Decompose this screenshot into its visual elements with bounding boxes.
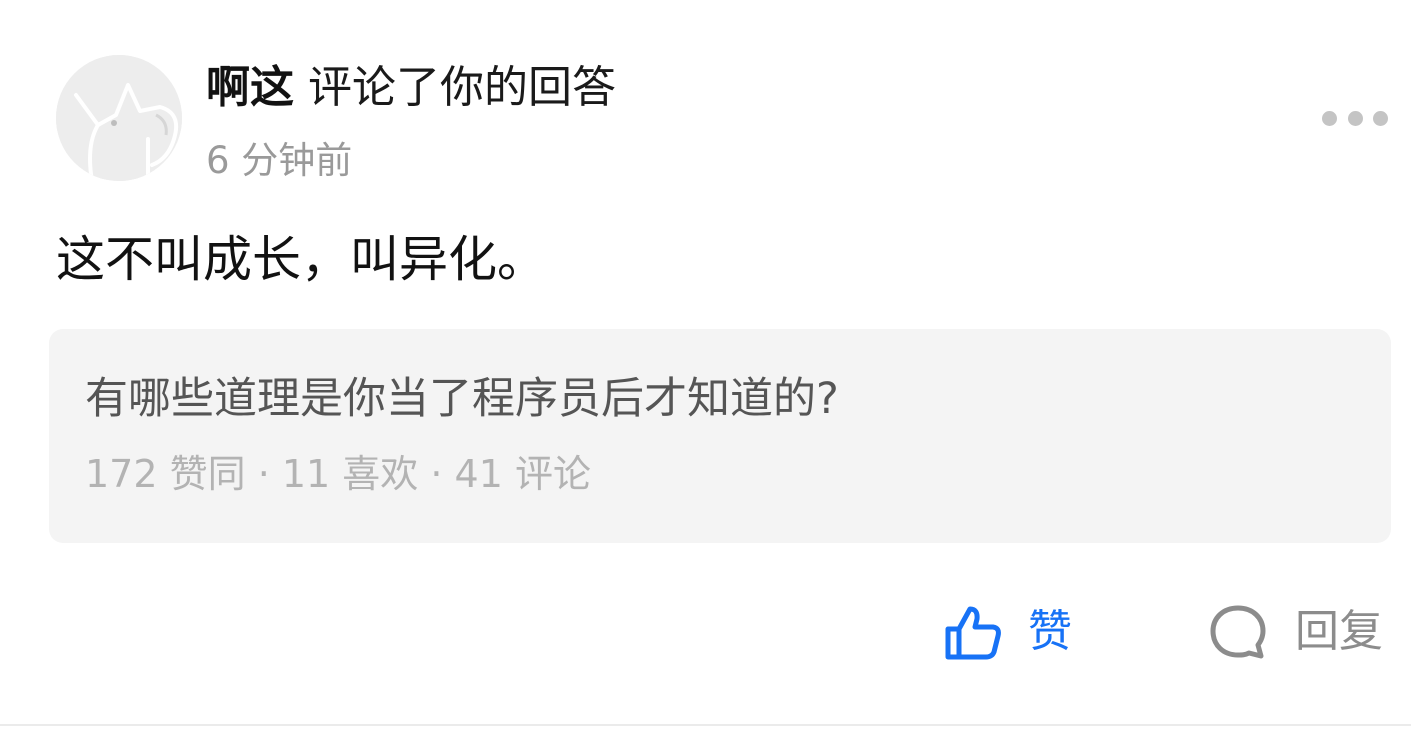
avatar[interactable] <box>56 55 182 181</box>
reply-button[interactable]: 回复 <box>1209 600 1383 664</box>
more-dots-icon <box>1373 110 1388 126</box>
more-options-button[interactable] <box>1322 104 1388 132</box>
more-dots-icon <box>1322 110 1337 126</box>
comment-notification-card: 啊这 评论了你的回答 6 分钟前 这不叫成长，叫异化。 有哪些道理是你当了程序员后… <box>0 0 1411 743</box>
thumbs-up-icon <box>945 606 1001 660</box>
notification-header: 啊这 评论了你的回答 <box>206 58 616 118</box>
username-link[interactable]: 啊这 <box>206 62 294 113</box>
like-button[interactable]: 赞 <box>944 600 1072 664</box>
quoted-question-title: 有哪些道理是你当了程序员后才知道的? <box>85 374 839 424</box>
speech-bubble-icon <box>1210 605 1266 659</box>
timestamp: 6 分钟前 <box>206 139 353 182</box>
reply-label: 回复 <box>1295 606 1383 657</box>
quoted-answer-card[interactable]: 有哪些道理是你当了程序员后才知道的? 172 赞同 · 11 喜欢 · 41 评… <box>49 329 1391 543</box>
quoted-answer-stats: 172 赞同 · 11 喜欢 · 41 评论 <box>85 452 591 496</box>
cat-sketch-avatar-icon <box>56 55 182 181</box>
like-label: 赞 <box>1028 606 1072 657</box>
comment-content: 这不叫成长，叫异化。 <box>56 231 547 288</box>
bottom-divider <box>0 724 1411 726</box>
notification-action-text: 评论了你的回答 <box>308 62 616 113</box>
more-dots-icon <box>1347 110 1363 126</box>
